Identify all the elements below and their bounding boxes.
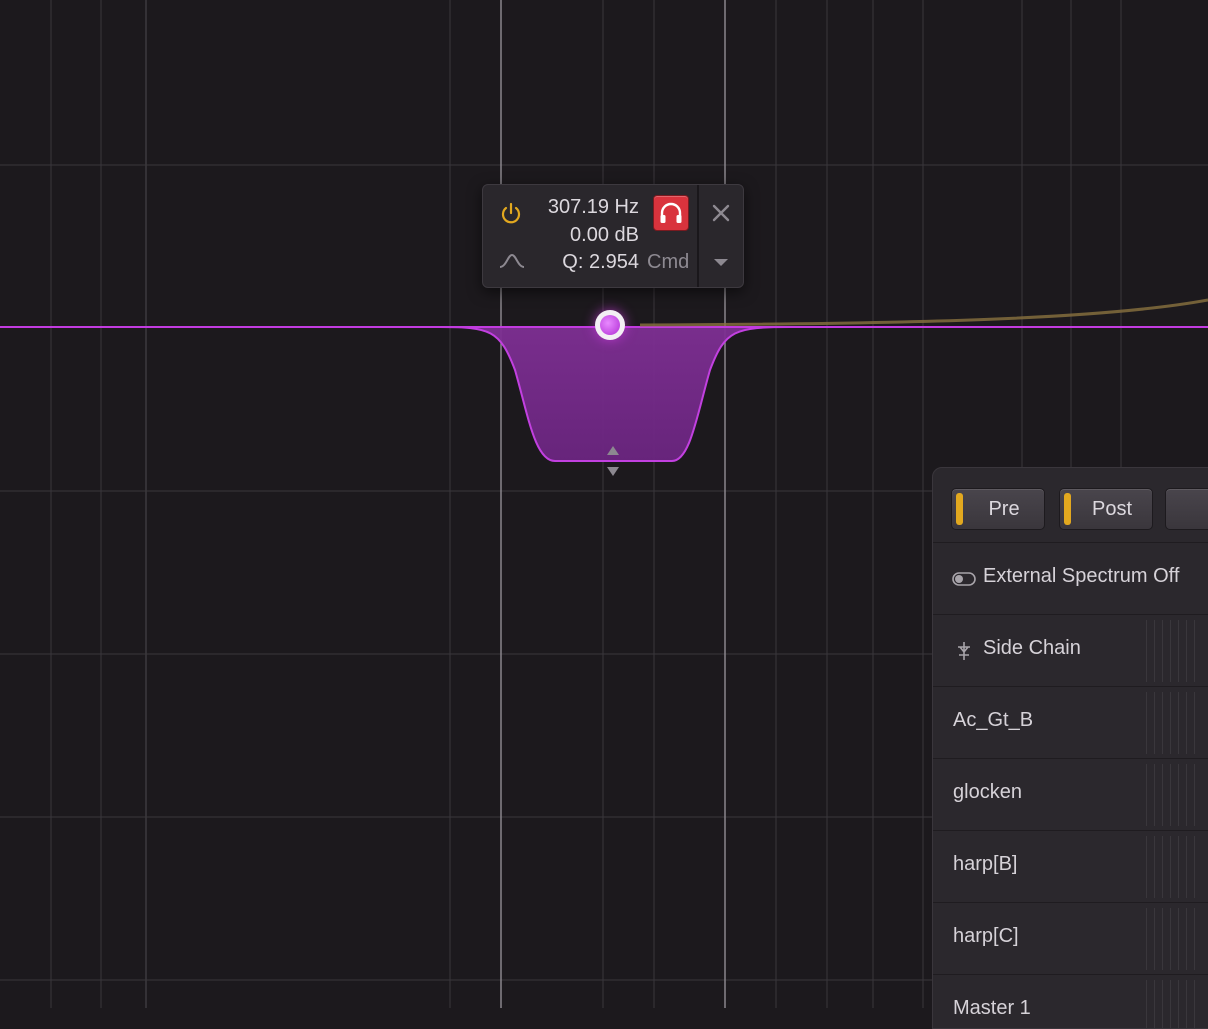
bell-shape-icon — [499, 253, 525, 268]
q-value[interactable]: Q: 2.954 — [562, 251, 639, 274]
level-meter — [1139, 908, 1199, 970]
headphones-icon — [660, 202, 682, 223]
level-meter — [1139, 764, 1199, 826]
band-fill — [440, 327, 790, 461]
side-chain-row[interactable]: Side Chain — [933, 615, 1208, 687]
tab-pre[interactable]: Pre — [951, 488, 1045, 530]
external-spectrum-toggle[interactable]: External Spectrum Off — [933, 543, 1208, 615]
track-name: Ac_Gt_B — [953, 709, 1034, 731]
band-solo-button[interactable] — [653, 195, 689, 231]
side-chain-label: Side Chain — [983, 637, 1081, 659]
track-name: glocken — [953, 781, 1022, 803]
chevron-down-icon — [714, 259, 728, 266]
power-icon — [501, 202, 521, 224]
up-arrow-icon — [607, 446, 619, 455]
track-name: Master 1 — [953, 997, 1031, 1019]
external-spectrum-label: External Spectrum Off — [983, 565, 1180, 587]
side-chain-icon — [958, 642, 970, 660]
band-close-button[interactable] — [709, 201, 733, 225]
tab-post[interactable]: Post — [1059, 488, 1153, 530]
level-meter — [1139, 980, 1199, 1028]
band-menu-button[interactable] — [711, 255, 731, 269]
spectrum-source-panel: Pre Post External Spectrum Off Side Chai… — [932, 467, 1208, 1029]
tab-pre-label: Pre — [988, 498, 1020, 520]
track-name: harp[B] — [953, 853, 1018, 875]
modifier-hint: Cmd — [647, 251, 690, 273]
band-node-handle[interactable] — [595, 310, 625, 340]
down-arrow-icon — [607, 467, 619, 476]
pre-indicator — [956, 493, 963, 525]
toggle-icon — [952, 572, 976, 586]
gain-value[interactable]: 0.00 dB — [570, 224, 639, 247]
level-meter — [1139, 692, 1199, 754]
band-shape-button[interactable] — [498, 251, 526, 271]
track-row[interactable]: Ac_Gt_B — [933, 687, 1208, 759]
band-popup: 307.19 Hz 0.00 dB Q: 2.954 Cmd — [482, 184, 744, 288]
tab-more[interactable] — [1165, 488, 1208, 530]
band-range-lines — [500, 0, 726, 1008]
track-row[interactable]: Master 1 — [933, 975, 1208, 1028]
track-row[interactable]: glocken — [933, 759, 1208, 831]
level-meter — [1139, 836, 1199, 898]
track-row[interactable]: harp[C] — [933, 903, 1208, 975]
frequency-value[interactable]: 307.19 Hz — [548, 196, 639, 219]
close-icon — [712, 204, 730, 222]
popup-divider — [697, 185, 699, 287]
level-meter — [1139, 620, 1199, 682]
tab-post-label: Post — [1091, 498, 1133, 520]
post-indicator — [1064, 493, 1071, 525]
spectrum-tabs: Pre Post — [933, 468, 1208, 543]
track-row[interactable]: harp[B] — [933, 831, 1208, 903]
track-name: harp[C] — [953, 925, 1019, 947]
band-power-button[interactable] — [498, 200, 524, 226]
q-handle[interactable] — [604, 444, 622, 480]
